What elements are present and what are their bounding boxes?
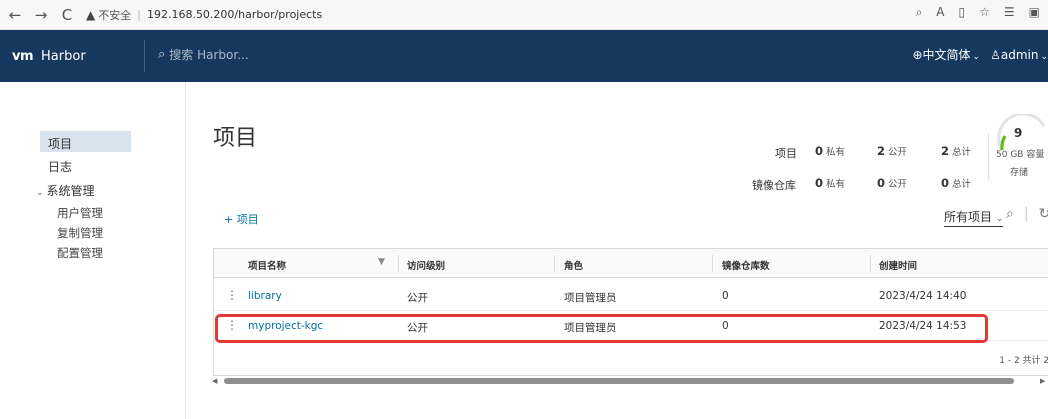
sidebar-item-users[interactable]: 用户管理 xyxy=(57,205,103,221)
stat-projects-total: 2 总计 xyxy=(941,144,972,158)
role: 项目管理员 xyxy=(564,292,617,304)
reload-icon[interactable]: C xyxy=(56,4,78,26)
browser-toolbar: ← → C ▲ 不安全 | 192.168.50.200/harbor/proj… xyxy=(0,0,1048,30)
stat-repos-label: 镜像仓库 xyxy=(752,179,796,192)
page-title: 项目 xyxy=(213,126,258,151)
sidebar-item-logs[interactable]: 日志 xyxy=(48,158,72,175)
favorite-add-icon[interactable]: ☆ xyxy=(979,5,990,20)
stat-projects-private: 0 私有 xyxy=(815,144,846,158)
stat-projects-public: 2 公开 xyxy=(877,144,908,158)
table-row[interactable]: ⋮ library 公开 项目管理员 0 2023/4/24 14:40 xyxy=(214,282,1048,311)
split-screen-icon[interactable]: ▯ xyxy=(959,5,966,20)
add-project-button[interactable]: + 项目 xyxy=(224,211,259,227)
repo-count: 0 xyxy=(722,290,729,302)
table-header: 项目名称 ▼ 访问级别 角色 镜像仓库数 创建时间 xyxy=(214,249,1048,278)
vmware-logo[interactable]: vm xyxy=(12,49,34,64)
stat-repos-private: 0 私有 xyxy=(815,176,846,190)
insecure-label: 不安全 xyxy=(98,8,132,22)
header-divider xyxy=(144,40,145,72)
browser-actions: ⌕ A ▯ ☆ ☰ ▣ xyxy=(916,5,1040,20)
row-actions-icon[interactable]: ⋮ xyxy=(226,288,238,302)
forward-icon[interactable]: → xyxy=(30,4,52,26)
chevron-down-icon: ⌄ xyxy=(972,52,981,62)
scrollbar-thumb[interactable] xyxy=(224,378,1014,384)
pagination-summary: 1 - 2 共计 2 条 xyxy=(999,356,1048,366)
brand-name[interactable]: Harbor xyxy=(41,49,86,64)
column-divider[interactable] xyxy=(870,255,871,272)
app-header: vm Harbor ⌕ 搜索 Harbor... ⊕中文简体 ⌄ ♙admin ⌄ xyxy=(0,30,1048,82)
language-switcher[interactable]: ⊕中文简体 ⌄ xyxy=(912,46,980,63)
favorites-icon[interactable]: ☰ xyxy=(1004,5,1015,20)
user-name: admin xyxy=(1000,47,1039,62)
storage-label: 存储 xyxy=(1010,168,1029,178)
column-divider[interactable] xyxy=(398,255,399,272)
scroll-right-arrow[interactable]: ▶ xyxy=(1040,377,1045,385)
url-text[interactable]: 192.168.50.200/harbor/projects xyxy=(147,8,322,21)
chevron-down-icon: ⌄ xyxy=(1040,51,1048,62)
access-level: 公开 xyxy=(407,292,428,304)
column-header-name[interactable]: 项目名称 xyxy=(248,258,286,272)
highlight-box xyxy=(215,314,988,343)
filter-label: 所有项目 xyxy=(944,210,993,224)
column-header-role[interactable]: 角色 xyxy=(564,258,583,272)
search-input[interactable]: 搜索 Harbor... xyxy=(169,46,248,63)
warning-icon: ▲ xyxy=(86,7,96,22)
language-label: 中文简体 xyxy=(922,48,971,62)
header-actions: ⊕中文简体 ⌄ ♙admin ⌄ xyxy=(912,46,1048,63)
sidebar-item-replication[interactable]: 复制管理 xyxy=(57,225,103,241)
divider: | xyxy=(1023,206,1029,222)
search-page-icon[interactable]: ⌕ xyxy=(916,5,923,20)
sidebar-group-admin[interactable]: ⌄ 系统管理 xyxy=(36,182,95,199)
globe-icon: ⊕ xyxy=(912,48,923,62)
column-header-repos[interactable]: 镜像仓库数 xyxy=(722,258,770,272)
column-header-access[interactable]: 访问级别 xyxy=(407,258,445,272)
projects-datagrid: 项目名称 ▼ 访问级别 角色 镜像仓库数 创建时间 ⋮ library 公开 项… xyxy=(213,248,1048,376)
project-filter-select[interactable]: 所有项目 ⌄ xyxy=(944,208,1004,227)
storage-capacity: 50 GB 容量 xyxy=(996,150,1045,160)
sidebar-group-label: 系统管理 xyxy=(46,184,95,198)
url-separator: | xyxy=(137,8,141,21)
stat-projects-label: 项目 xyxy=(775,147,797,160)
user-icon: ♙ xyxy=(990,47,1001,62)
column-header-created[interactable]: 创建时间 xyxy=(879,258,917,272)
grid-tools: ⌕ | ↻ xyxy=(1006,206,1048,222)
horizontal-scrollbar[interactable] xyxy=(224,378,1014,384)
read-aloud-icon[interactable]: A xyxy=(936,5,944,20)
stat-repos-total: 0 总计 xyxy=(941,176,972,190)
address-bar[interactable]: ▲ 不安全 | 192.168.50.200/harbor/projects xyxy=(86,4,826,26)
filter-icon[interactable]: ▼ xyxy=(378,257,385,267)
chevron-down-icon: ⌄ xyxy=(36,188,44,198)
storage-value: 9 xyxy=(1014,126,1022,140)
refresh-icon[interactable]: ↻ xyxy=(1039,206,1048,222)
scroll-left-arrow[interactable]: ◀ xyxy=(212,377,217,385)
collections-icon[interactable]: ▣ xyxy=(1029,5,1040,20)
chevron-down-icon: ⌄ xyxy=(995,214,1004,224)
sidebar-item-projects[interactable]: 项目 xyxy=(40,131,131,152)
stat-repos-public: 0 公开 xyxy=(877,176,908,190)
search-icon[interactable]: ⌕ xyxy=(1006,206,1014,222)
column-divider[interactable] xyxy=(554,255,555,272)
sidebar-item-config[interactable]: 配置管理 xyxy=(57,245,103,261)
user-menu[interactable]: ♙admin ⌄ xyxy=(990,48,1048,62)
global-search[interactable]: ⌕ 搜索 Harbor... xyxy=(158,46,249,63)
storage-divider xyxy=(988,134,989,180)
back-icon[interactable]: ← xyxy=(4,4,26,26)
creation-time: 2023/4/24 14:40 xyxy=(879,290,967,302)
project-name-link[interactable]: library xyxy=(248,290,282,302)
search-icon: ⌕ xyxy=(158,47,166,62)
column-divider[interactable] xyxy=(712,255,713,272)
